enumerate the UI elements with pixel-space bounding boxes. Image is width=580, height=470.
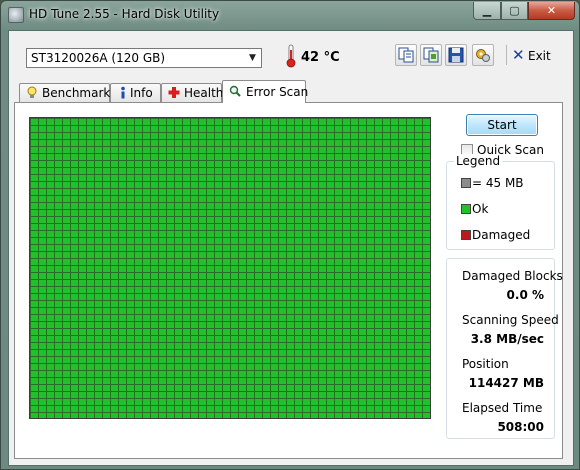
scan-statistics: Damaged Blocks 0.0 % Scanning Speed 3.8 …: [446, 258, 563, 439]
hd-tune-app-icon: [8, 7, 24, 23]
benchmark-bulb-icon: [27, 86, 37, 98]
health-cross-icon: [168, 87, 180, 98]
start-button[interactable]: Start: [466, 114, 538, 136]
damaged-blocks-label: Damaged Blocks: [462, 269, 563, 283]
tab-strip: Benchmark Info Health Error Scan: [16, 80, 436, 103]
tab-label: Benchmark: [42, 86, 111, 100]
legend-label: = 45 MB: [472, 176, 524, 190]
legend-swatch: [461, 204, 471, 214]
tab-info[interactable]: Info: [110, 83, 161, 102]
legend-item-damaged: Damaged: [461, 228, 551, 242]
tab-health[interactable]: Health: [161, 83, 224, 102]
scan-block-map: [29, 117, 431, 419]
close-icon: ✕: [546, 4, 557, 17]
close-button[interactable]: ✕: [528, 2, 575, 20]
scanning-speed-label: Scanning Speed: [462, 313, 559, 327]
temperature-readout: 42 °C: [301, 50, 340, 65]
scanning-speed-value: 3.8 MB/sec: [470, 332, 544, 346]
legend-item-ok: Ok: [461, 202, 551, 216]
save-button[interactable]: [445, 44, 467, 66]
tab-label: Error Scan: [246, 85, 309, 99]
save-icon: [448, 47, 464, 63]
copy-text-button[interactable]: [395, 44, 417, 66]
elapsed-time-value: 508:00: [497, 420, 544, 434]
copy-text-icon: [398, 47, 414, 63]
elapsed-time-label: Elapsed Time: [462, 401, 543, 415]
tab-benchmark[interactable]: Benchmark: [19, 83, 110, 102]
legend-swatch: [461, 230, 471, 240]
tab-error-scan[interactable]: Error Scan: [222, 80, 309, 103]
title-bar[interactable]: HD Tune 2.55 - Hard Disk Utility ▁ ▢ ✕: [1, 1, 579, 29]
error-scan-panel: Start Quick Scan Legend = 45 MB Ok Damag…: [14, 102, 563, 459]
toolbar-separator: [506, 45, 507, 65]
ok-block-grid: [30, 118, 430, 418]
legend-group: Legend = 45 MB Ok Damaged: [446, 154, 555, 250]
legend-label: Ok: [472, 202, 489, 216]
app-window: HD Tune 2.55 - Hard Disk Utility ▁ ▢ ✕ S…: [0, 0, 580, 470]
exit-icon: ✕: [512, 46, 525, 64]
info-icon: [121, 86, 125, 99]
legend-title: Legend: [454, 154, 503, 168]
magnifier-icon: [229, 85, 241, 97]
chevron-down-icon[interactable]: ▼: [244, 49, 261, 67]
legend-swatch: [461, 178, 471, 188]
legend-label: Damaged: [472, 228, 531, 242]
tab-label: Info: [130, 86, 153, 100]
legend-item-block-size: = 45 MB: [461, 176, 551, 190]
maximize-button[interactable]: ▢: [501, 2, 528, 20]
maximize-icon: ▢: [509, 4, 520, 17]
drive-select-value: ST3120026A (120 GB): [31, 51, 166, 65]
copy-screenshot-button[interactable]: [420, 44, 442, 66]
minimize-button[interactable]: ▁: [473, 2, 501, 20]
tab-label: Health: [184, 86, 224, 100]
window-title: HD Tune 2.55 - Hard Disk Utility: [29, 7, 220, 21]
exit-label: Exit: [528, 49, 551, 63]
thermometer-icon: [286, 44, 296, 68]
copy-screenshot-icon: [423, 47, 439, 63]
options-button[interactable]: [472, 44, 494, 66]
position-label: Position: [462, 357, 509, 371]
damaged-blocks-value: 0.0 %: [506, 288, 544, 302]
position-value: 114427 MB: [468, 376, 544, 390]
client-area: ST3120026A (120 GB) ▼ 42 °C ✕ Exit Bench…: [8, 30, 574, 466]
minimize-icon: ▁: [482, 4, 492, 17]
drive-select[interactable]: ST3120026A (120 GB) ▼: [26, 48, 262, 68]
options-icon: [476, 49, 490, 62]
